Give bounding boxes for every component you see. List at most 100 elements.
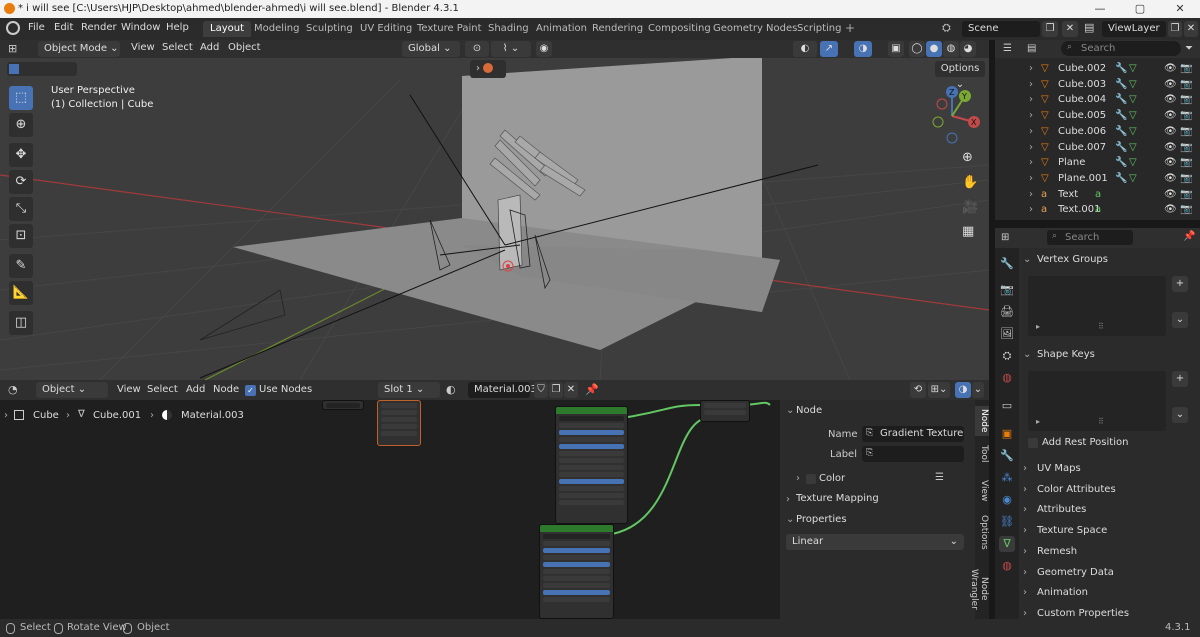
snap-node-icon[interactable]: ⟲ bbox=[910, 382, 926, 398]
tab-scripting[interactable]: Scripting bbox=[790, 21, 848, 37]
tab-texture-paint[interactable]: Texture Paint bbox=[410, 21, 489, 37]
physics-tab-icon[interactable]: ◉ bbox=[999, 492, 1015, 508]
property-section[interactable]: › Animation bbox=[1023, 583, 1195, 603]
material-browse-icon[interactable]: ◐ bbox=[446, 383, 456, 396]
expand-chevron[interactable]: › bbox=[1029, 124, 1033, 139]
new-scene-icon[interactable]: ❐ bbox=[1042, 21, 1058, 37]
expand-chevron[interactable]: › bbox=[1029, 155, 1033, 170]
texture-mapping-chevron[interactable]: › bbox=[786, 494, 790, 505]
mesh-data-icon[interactable]: ▽ bbox=[1129, 140, 1137, 155]
visibility-eye-icon[interactable]: 👁 bbox=[1164, 124, 1177, 139]
3d-viewport[interactable]: ⊞ Object Mode ⌄ View Select Add Object G… bbox=[0, 40, 989, 380]
tool-transform[interactable]: ⊡ bbox=[9, 224, 33, 248]
tool-annotate[interactable]: ✎ bbox=[9, 254, 33, 278]
visibility-eye-icon[interactable]: 👁 bbox=[1164, 77, 1177, 92]
world-tab-icon[interactable]: ◍ bbox=[999, 370, 1015, 386]
particles-tab-icon[interactable]: ⁂ bbox=[999, 470, 1015, 486]
maximize-button[interactable]: ▢ bbox=[1120, 0, 1160, 18]
outliner-search-input[interactable]: Search bbox=[1061, 41, 1181, 56]
node-menu-add[interactable]: Add bbox=[186, 384, 205, 395]
options-dropdown[interactable]: Options ⌄ bbox=[935, 61, 985, 90]
select-box-mode-icon[interactable] bbox=[9, 64, 19, 74]
shader-type-dropdown[interactable]: Object ⌄ bbox=[36, 382, 108, 398]
expand-chevron[interactable]: › bbox=[1029, 92, 1033, 107]
render-camera-icon[interactable]: 📷 bbox=[1180, 108, 1192, 123]
list-resize-handle[interactable]: ⠿ bbox=[1098, 322, 1104, 331]
use-nodes-checkbox[interactable]: ✓ bbox=[245, 385, 256, 396]
ntab-view[interactable]: View bbox=[975, 478, 989, 504]
ntab-tool[interactable]: Tool bbox=[975, 442, 989, 466]
new-view-layer-icon[interactable]: ❐ bbox=[1168, 21, 1182, 37]
tool-select-box[interactable]: ⬚ bbox=[9, 86, 33, 110]
visibility-eye-icon[interactable]: 👁 bbox=[1164, 202, 1177, 217]
render-camera-icon[interactable]: 📷 bbox=[1180, 187, 1192, 202]
outliner-item[interactable]: › a Text a 👁 📷 bbox=[995, 187, 1200, 202]
node-snap-dropdown[interactable]: ⊞⌄ bbox=[928, 382, 950, 398]
expand-chevron[interactable]: › bbox=[1029, 140, 1033, 155]
material-output-node[interactable] bbox=[700, 400, 750, 422]
expand-chevron[interactable]: › bbox=[1029, 171, 1033, 186]
texture-mapping-section[interactable]: Texture Mapping bbox=[796, 493, 879, 504]
add-rest-position-checkbox[interactable] bbox=[1028, 438, 1038, 448]
render-camera-icon[interactable]: 📷 bbox=[1180, 140, 1192, 155]
minimize-button[interactable]: — bbox=[1080, 0, 1120, 18]
property-section[interactable]: › Color Attributes bbox=[1023, 480, 1195, 500]
unlink-material-icon[interactable]: ✕ bbox=[564, 382, 578, 398]
section-node-chevron[interactable]: ⌄ bbox=[786, 405, 794, 416]
modifier-icon[interactable]: 🔧 bbox=[1115, 108, 1127, 123]
mesh-data-icon[interactable]: ▽ bbox=[1129, 171, 1137, 186]
outliner-item[interactable]: › ▽ Cube.007 🔧 ▽ 👁 📷 bbox=[995, 140, 1200, 155]
outliner-item[interactable]: › ▽ Cube.002 🔧 ▽ 👁 📷 bbox=[995, 61, 1200, 76]
shape-key-add-button[interactable]: + bbox=[1172, 371, 1188, 387]
editor-type-icon[interactable]: ⊞ bbox=[8, 42, 17, 55]
list-resize-handle[interactable]: ⠿ bbox=[1098, 417, 1104, 426]
color-chevron[interactable]: › bbox=[796, 473, 800, 484]
render-camera-icon[interactable]: 📷 bbox=[1180, 92, 1192, 107]
menu-edit[interactable]: Edit bbox=[54, 22, 73, 33]
properties-search-input[interactable]: Search bbox=[1047, 230, 1133, 245]
render-camera-icon[interactable]: 📷 bbox=[1180, 171, 1192, 186]
properties-chevron[interactable]: ⌄ bbox=[786, 514, 794, 525]
outliner-item-name[interactable]: Cube.003 bbox=[1058, 77, 1106, 92]
outliner-item-name[interactable]: Plane.001 bbox=[1058, 171, 1108, 186]
tool-add-cube[interactable]: ◫ bbox=[9, 311, 33, 335]
outliner-item[interactable]: › ▽ Cube.005 🔧 ▽ 👁 📷 bbox=[995, 108, 1200, 123]
display-mode-icon[interactable]: ▤ bbox=[1027, 43, 1036, 54]
shape-key-menu-button[interactable]: ⌄ bbox=[1172, 407, 1188, 423]
blender-menu-icon[interactable] bbox=[6, 21, 20, 35]
color-list-icon[interactable]: ☰ bbox=[935, 472, 944, 483]
expand-chevron[interactable]: › bbox=[1029, 187, 1033, 202]
tool-cursor[interactable]: ⊕ bbox=[9, 113, 33, 137]
material-tab-icon[interactable]: ◍ bbox=[999, 558, 1015, 574]
mesh-data-tab-icon[interactable]: ∇ bbox=[999, 536, 1015, 552]
section-node-title[interactable]: Node bbox=[796, 405, 822, 416]
outliner-item-name[interactable]: Plane bbox=[1058, 155, 1085, 170]
render-camera-icon[interactable]: 📷 bbox=[1180, 155, 1192, 170]
tab-sculpting[interactable]: Sculpting bbox=[299, 21, 360, 37]
mesh-data-icon[interactable]: ▽ bbox=[1129, 108, 1137, 123]
menu-help[interactable]: Help bbox=[166, 22, 189, 33]
render-camera-icon[interactable]: 📷 bbox=[1180, 61, 1192, 76]
modifier-icon[interactable]: 🔧 bbox=[1115, 77, 1127, 92]
outliner-item-name[interactable]: Cube.004 bbox=[1058, 92, 1106, 107]
modifier-icon[interactable]: 🔧 bbox=[1115, 92, 1127, 107]
modifier-icon[interactable]: 🔧 bbox=[1115, 140, 1127, 155]
delete-scene-icon[interactable]: ✕ bbox=[1062, 21, 1078, 37]
properties-section[interactable]: Properties bbox=[796, 514, 847, 525]
output-tab-icon[interactable]: 🖨 bbox=[999, 304, 1015, 320]
render-tab-icon[interactable]: 📷 bbox=[999, 282, 1015, 298]
ntab-node[interactable]: Node bbox=[975, 406, 989, 436]
visibility-icon[interactable]: ◐ bbox=[793, 41, 817, 57]
perspective-toggle-icon[interactable]: ▦ bbox=[962, 224, 974, 239]
outliner-item[interactable]: › a Text.001 a 👁 📷 bbox=[995, 202, 1200, 217]
outliner-item-name[interactable]: Cube.007 bbox=[1058, 140, 1106, 155]
outliner-editor-icon[interactable]: ☰ bbox=[1003, 43, 1012, 54]
principled-bsdf-node-1[interactable] bbox=[555, 406, 628, 524]
text-data-icon[interactable]: a bbox=[1095, 202, 1101, 217]
mesh-data-icon[interactable]: ▽ bbox=[1129, 92, 1137, 107]
tab-shading[interactable]: Shading bbox=[481, 21, 536, 37]
fake-user-icon[interactable]: ⛉ bbox=[534, 382, 548, 398]
tab-layout[interactable]: Layout bbox=[203, 21, 251, 37]
expand-chevron[interactable]: › bbox=[1029, 202, 1033, 217]
overlay-toggle-icon[interactable]: ◑ bbox=[854, 41, 872, 57]
